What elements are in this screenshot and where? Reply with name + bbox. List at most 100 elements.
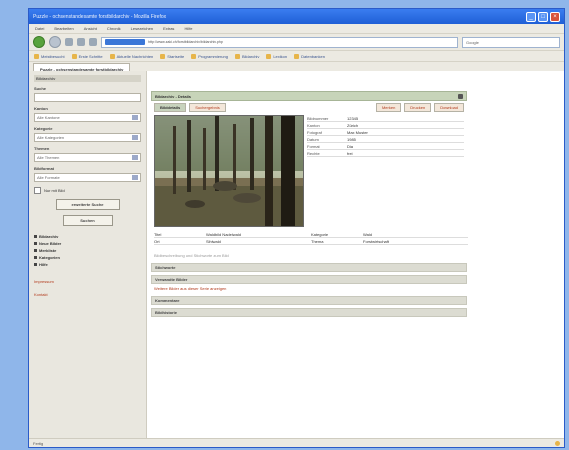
bookmark-icon — [34, 53, 39, 59]
contact-link[interactable]: Kontakt — [34, 292, 141, 297]
forest-image — [155, 116, 303, 226]
navigation-toolbar: http://www.zaki.ch/forstbildarchiv/bilda… — [29, 34, 564, 51]
detail-key: Kategorie — [311, 231, 363, 238]
bookmark-item[interactable]: Aktuelle Nachrichten — [109, 53, 153, 59]
field-label: Kategorie — [34, 126, 53, 131]
property-row: Rechte frei — [307, 150, 464, 157]
minimize-button[interactable]: _ — [526, 11, 536, 22]
tab-details[interactable]: Bilddetails — [154, 102, 187, 112]
bookmark-item[interactable]: Startseite — [160, 53, 184, 59]
section-related[interactable]: Verwandte Bilder — [151, 275, 467, 284]
status-bar: Fertig — [29, 438, 564, 447]
bookmark-item[interactable]: Lexikon — [266, 53, 287, 59]
menu-item[interactable]: Extras — [163, 26, 174, 31]
bookmark-item[interactable]: Erste Schritte — [71, 53, 103, 59]
menu-item[interactable]: Lesezeichen — [131, 26, 153, 31]
menu-item[interactable]: Hilfe — [184, 26, 192, 31]
submit-search-button[interactable]: Suchen — [62, 215, 113, 226]
property-key: Datum — [307, 136, 319, 142]
print-icon[interactable] — [458, 93, 463, 99]
advanced-search-button[interactable]: erweiterte Suche — [55, 199, 120, 210]
checkbox-box[interactable] — [34, 187, 41, 194]
related-images-link[interactable]: Weitere Bilder aus dieser Serie anzeigen — [151, 284, 467, 293]
record-body: Bildnummer 12345 Kanton Zürich Fotograf Max… — [151, 113, 467, 229]
property-value: 1985 — [347, 136, 356, 142]
bookmark-icon — [234, 53, 240, 59]
property-key: Kanton — [307, 122, 320, 128]
record-title: Bildarchiv - Details — [155, 93, 192, 99]
browser-window: Puzzle - ochsenstandesamte forstbildarch… — [28, 8, 565, 448]
record-header: Bildarchiv - Details — [151, 91, 467, 101]
sidebar-link[interactable]: Kategorien — [34, 255, 141, 260]
link-label: Neue Bilder — [39, 241, 62, 246]
property-list: Bildnummer 12345 Kanton Zürich Fotograf Max… — [307, 115, 464, 227]
site-identity-icon[interactable] — [105, 39, 145, 45]
forward-icon[interactable] — [49, 36, 61, 48]
imprint-link[interactable]: Impressum — [34, 279, 141, 284]
chevron-down-icon[interactable] — [132, 135, 138, 140]
menu-item[interactable]: Datei — [35, 26, 44, 31]
maximize-button[interactable]: □ — [538, 11, 548, 22]
topic-select[interactable]: Alle Themen — [34, 153, 141, 162]
link-label: Hilfe — [39, 262, 48, 267]
back-icon[interactable] — [33, 36, 45, 48]
section-keywords[interactable]: Stichworte — [151, 263, 467, 272]
search-label: Suche — [34, 86, 47, 91]
chevron-down-icon[interactable] — [132, 115, 138, 120]
detail-value: Wald — [363, 231, 468, 238]
search-field[interactable] — [34, 93, 141, 102]
search-input[interactable]: Google — [462, 36, 560, 48]
page-content: Bildarchiv Suche Kanton Alle Kantone Kat… — [29, 71, 564, 439]
chevron-down-icon[interactable] — [132, 155, 138, 160]
property-key: Rechte — [307, 150, 320, 156]
sidebar-link[interactable]: Hilfe — [34, 262, 141, 267]
record-panel: Bildarchiv - Details Bilddetails Sucherg… — [151, 91, 468, 317]
field-label: Kanton — [34, 106, 48, 111]
chevron-down-icon[interactable] — [132, 175, 138, 180]
bookmark-label: Meistbesucht — [41, 53, 65, 59]
home-icon[interactable] — [89, 38, 97, 46]
tab-print[interactable]: Drucken — [404, 102, 432, 112]
detail-key: Thema — [311, 238, 363, 245]
link-label: Bildarchiv — [39, 234, 59, 239]
detail-value: Forstwirtschaft — [363, 238, 468, 245]
format-select[interactable]: Alle Formate — [34, 173, 141, 182]
property-value: frei — [347, 150, 353, 156]
detail-grid: Titel Waldbild Nadelwald Kategorie Wald … — [151, 231, 468, 245]
property-key: Format — [307, 143, 320, 149]
stop-icon[interactable] — [77, 38, 85, 46]
menu-item[interactable]: Ansicht — [84, 26, 97, 31]
menu-item[interactable]: Bearbeiten — [54, 26, 73, 31]
address-bar[interactable]: http://www.zaki.ch/forstbildarchiv/bilda… — [101, 36, 458, 48]
bookmark-icon — [160, 53, 166, 59]
image-only-checkbox[interactable]: Nur mit Bild — [34, 187, 141, 194]
category-select[interactable]: Alle Kategorien — [34, 133, 141, 142]
sidebar-link[interactable]: Bildarchiv — [34, 234, 141, 239]
property-value: 12345 — [347, 115, 359, 121]
sidebar-link[interactable]: Neue Bilder — [34, 241, 141, 246]
link-label: Kategorien — [39, 255, 60, 260]
bookmark-item[interactable]: Bildarchiv — [234, 53, 259, 59]
reload-icon[interactable] — [65, 38, 73, 46]
detail-value: Sihlwald — [206, 238, 311, 245]
menu-item[interactable]: Chronik — [107, 26, 121, 31]
select-value: Alle Themen — [37, 155, 60, 160]
bookmark-item[interactable]: Datenbanken — [294, 53, 325, 59]
forest-photo[interactable] — [154, 115, 304, 227]
tab-results[interactable]: Suchergebnis — [189, 102, 226, 112]
bookmark-label: Datenbanken — [301, 53, 325, 59]
tab-remember[interactable]: Merken — [375, 102, 402, 112]
bullet-icon — [34, 263, 37, 266]
close-button[interactable]: × — [550, 11, 560, 22]
link-label: Merkliste — [39, 248, 57, 253]
section-history[interactable]: Bildhistorie — [151, 308, 467, 317]
sidebar-link[interactable]: Merkliste — [34, 248, 141, 253]
tab-download[interactable]: Download — [434, 102, 464, 112]
canton-select[interactable]: Alle Kantone — [34, 113, 141, 122]
status-text: Fertig — [33, 440, 44, 446]
record-tabs: Bilddetails Suchergebnis Merken Drucken … — [151, 101, 467, 113]
bookmark-item[interactable]: Meistbesucht — [34, 53, 65, 59]
bookmark-item[interactable]: Programmierung — [191, 53, 228, 59]
section-comments[interactable]: Kommentare — [151, 296, 467, 305]
property-row: Bildnummer 12345 — [307, 115, 464, 122]
